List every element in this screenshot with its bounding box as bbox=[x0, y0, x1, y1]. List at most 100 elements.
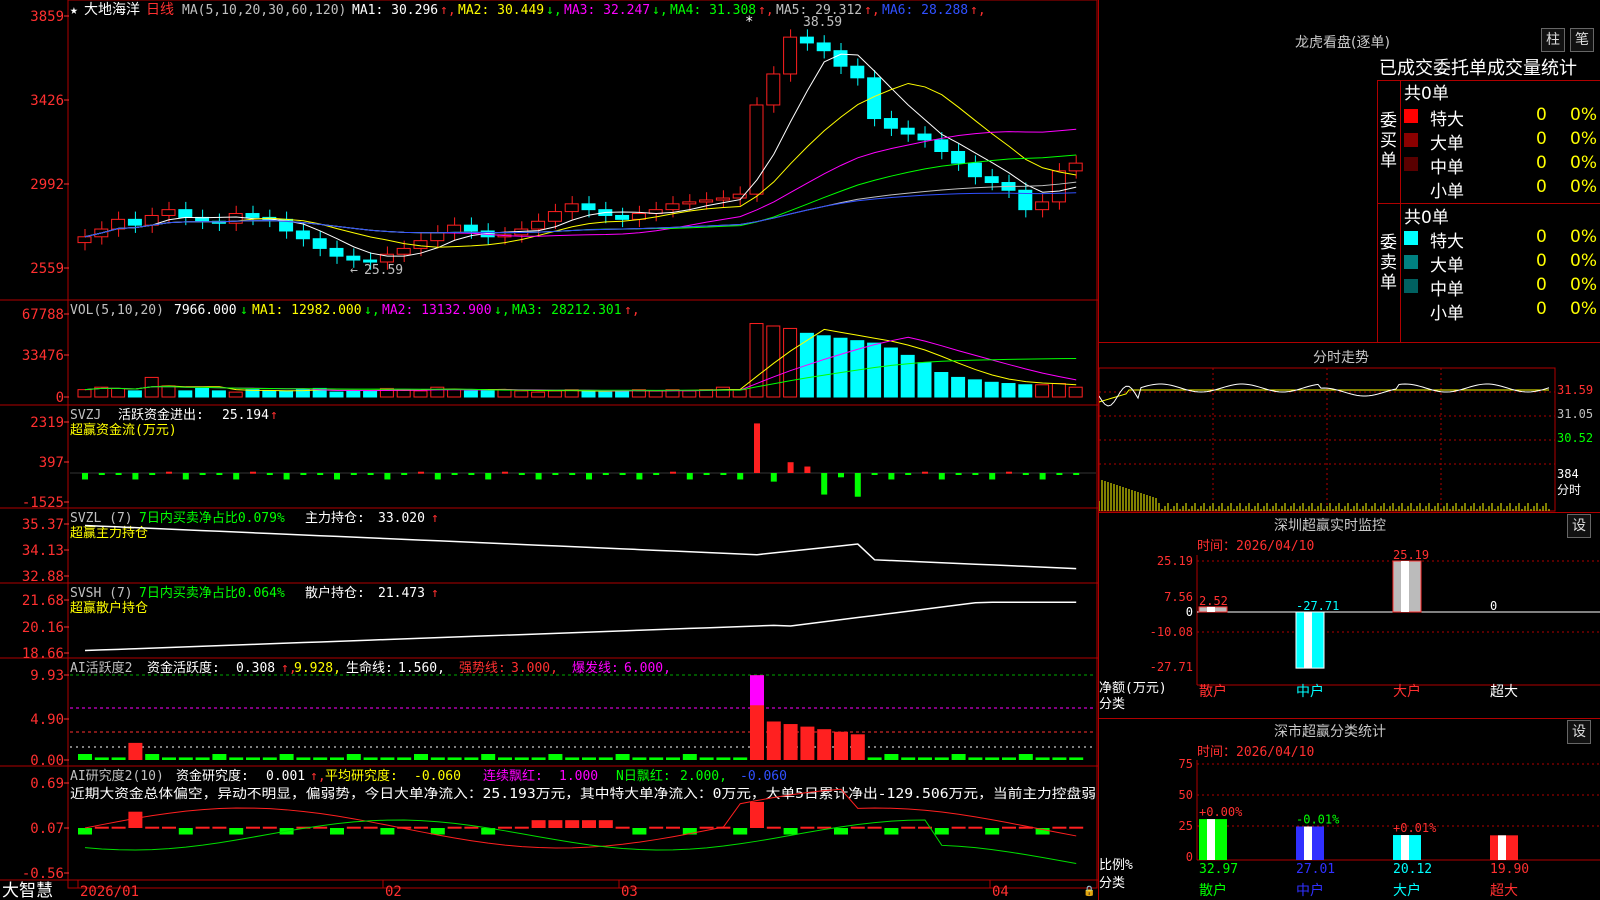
volume-bar[interactable] bbox=[279, 390, 294, 398]
svzj-bar[interactable] bbox=[367, 473, 374, 475]
ai-active-bar[interactable] bbox=[363, 757, 378, 760]
candle[interactable] bbox=[531, 220, 546, 230]
candle[interactable] bbox=[178, 209, 193, 218]
ai-research-bar[interactable] bbox=[262, 826, 277, 829]
candle[interactable] bbox=[783, 36, 798, 75]
ai-research-bar[interactable] bbox=[1069, 826, 1084, 829]
volume-bar[interactable] bbox=[329, 391, 344, 398]
candle[interactable] bbox=[867, 77, 882, 120]
ai-research-bar[interactable] bbox=[212, 826, 227, 829]
svzj-bar[interactable] bbox=[250, 471, 256, 474]
candle[interactable] bbox=[833, 50, 848, 67]
volume-bar[interactable] bbox=[413, 390, 428, 398]
svzj-bar[interactable] bbox=[737, 473, 744, 480]
ai-research-bar[interactable] bbox=[128, 811, 143, 828]
ai-research-bar[interactable] bbox=[363, 826, 378, 829]
ai-research-bar[interactable] bbox=[111, 826, 126, 829]
ai-active-bar[interactable] bbox=[296, 757, 311, 760]
volume-bar[interactable] bbox=[195, 387, 210, 398]
svzj-bar[interactable] bbox=[653, 473, 660, 475]
ai-active-bar[interactable] bbox=[934, 757, 949, 760]
candle[interactable] bbox=[295, 230, 310, 240]
ai-research-bar[interactable] bbox=[733, 828, 748, 835]
ai-research-bar[interactable] bbox=[666, 826, 680, 829]
ai-research-bar[interactable] bbox=[800, 826, 815, 829]
svzj-bar[interactable] bbox=[821, 473, 828, 495]
ai-active-bar[interactable] bbox=[800, 726, 815, 760]
volume-bar[interactable] bbox=[766, 325, 781, 398]
volume-bars[interactable] bbox=[77, 323, 1083, 398]
ai-research-bar[interactable] bbox=[750, 801, 764, 828]
svzj-bar[interactable] bbox=[586, 473, 592, 480]
ai-active-bar[interactable] bbox=[229, 757, 244, 760]
sz-stats-chart[interactable]: 75 50 25 0 +0.00% 32.97 散户 -0.01% 27.01 中户 +0.01%… bbox=[1099, 755, 1600, 900]
ai-active-bar[interactable] bbox=[951, 754, 966, 760]
ai-active-bar[interactable] bbox=[1018, 754, 1033, 760]
volume-bar[interactable] bbox=[648, 390, 663, 398]
candle[interactable] bbox=[245, 213, 260, 218]
ai-research-bar[interactable] bbox=[1002, 826, 1016, 829]
svzj-bar[interactable] bbox=[1006, 471, 1012, 474]
ai-active-bar[interactable] bbox=[380, 757, 395, 760]
candle[interactable] bbox=[127, 218, 142, 226]
ai-research-bar[interactable] bbox=[1052, 826, 1067, 829]
volume-bar[interactable] bbox=[833, 337, 848, 398]
volume-bar[interactable] bbox=[262, 390, 277, 398]
ai-research-bar[interactable] bbox=[531, 820, 546, 828]
ai-research-bar[interactable] bbox=[867, 826, 882, 829]
candle[interactable] bbox=[346, 255, 361, 261]
candle[interactable] bbox=[396, 247, 411, 255]
candle[interactable] bbox=[111, 218, 126, 230]
candle[interactable] bbox=[715, 197, 730, 201]
ai-active-bar[interactable] bbox=[918, 757, 932, 760]
ai-active-bar[interactable] bbox=[447, 757, 462, 760]
candle[interactable] bbox=[816, 42, 831, 52]
ai-research-bar[interactable] bbox=[346, 826, 361, 829]
ai-research-bar[interactable] bbox=[565, 820, 580, 828]
ai-active-bar[interactable] bbox=[968, 757, 983, 760]
candle[interactable] bbox=[699, 199, 714, 203]
ai-active-bar[interactable] bbox=[78, 754, 92, 760]
ai-research-bar[interactable] bbox=[783, 828, 798, 835]
candle[interactable] bbox=[564, 203, 579, 213]
volume-bar[interactable] bbox=[430, 386, 445, 398]
candle[interactable] bbox=[161, 209, 176, 216]
svzj-bar[interactable] bbox=[787, 462, 794, 473]
volume-bar[interactable] bbox=[816, 335, 831, 398]
candle[interactable] bbox=[900, 127, 915, 135]
svzj-bar[interactable] bbox=[871, 473, 878, 475]
column-button[interactable]: 柱 bbox=[1541, 28, 1565, 52]
candle[interactable] bbox=[934, 139, 949, 152]
ai-research-bar[interactable] bbox=[968, 826, 983, 829]
svzj-bar[interactable] bbox=[384, 473, 391, 480]
volume-bar[interactable] bbox=[346, 390, 361, 398]
svzj-bar[interactable] bbox=[334, 473, 340, 480]
svzj-bar[interactable] bbox=[434, 473, 441, 480]
candle[interactable] bbox=[883, 118, 898, 129]
sz-monitor-settings-button[interactable]: 设 bbox=[1567, 514, 1591, 538]
volume-bar[interactable] bbox=[900, 354, 915, 398]
volume-bar[interactable] bbox=[228, 391, 243, 398]
ai-research-bar[interactable] bbox=[615, 826, 630, 829]
svzj-bar[interactable] bbox=[1056, 473, 1063, 475]
ai-research-bar[interactable] bbox=[78, 828, 92, 835]
ai-research-bar[interactable] bbox=[195, 826, 210, 829]
svzj-bar[interactable] bbox=[468, 473, 475, 475]
ai-research-bar[interactable] bbox=[380, 828, 395, 835]
ai-active-bar[interactable] bbox=[733, 757, 748, 760]
svzj-bar[interactable] bbox=[283, 473, 290, 480]
volume-bar[interactable] bbox=[480, 389, 495, 398]
svzj-bar[interactable] bbox=[686, 473, 693, 480]
volume-bar[interactable] bbox=[934, 372, 949, 398]
svzj-bar[interactable] bbox=[149, 473, 156, 475]
ai-active-bar[interactable] bbox=[901, 757, 916, 760]
candle[interactable] bbox=[581, 203, 596, 211]
svzj-bar[interactable] bbox=[854, 473, 861, 497]
ai-research-bar[interactable] bbox=[178, 828, 193, 835]
period-label[interactable]: 日线 bbox=[146, 2, 174, 18]
candle[interactable] bbox=[766, 73, 781, 106]
svzj-bar[interactable] bbox=[989, 473, 996, 480]
ai-research-bar[interactable] bbox=[850, 826, 865, 829]
candle[interactable] bbox=[413, 240, 428, 249]
ai-active-bar[interactable] bbox=[397, 757, 412, 760]
